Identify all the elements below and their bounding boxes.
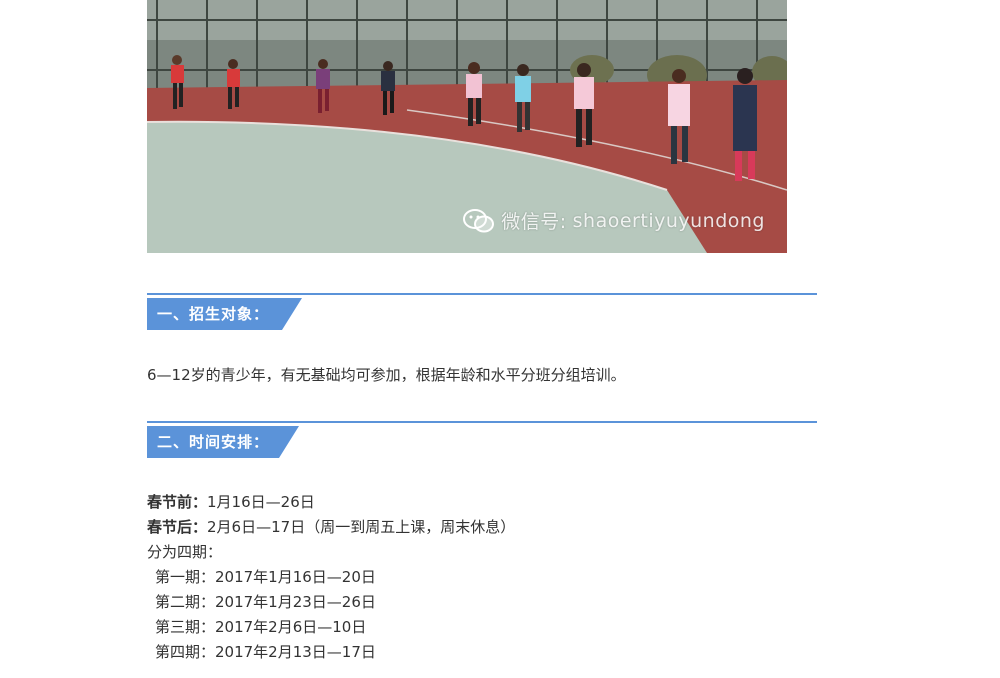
article-content: 微信号: shaoertiyuyundong 一、招生对象： 6—12岁的青少年…: [147, 0, 817, 665]
after-festival-line: 春节后：2月6日—17日（周一到周五上课，周末休息）: [147, 515, 817, 540]
period-item: 第一期：2017年1月16日—20日: [155, 568, 376, 586]
article-photo: 微信号: shaoertiyuyundong: [147, 0, 787, 253]
enrollment-text: 6—12岁的青少年，有无基础均可参加，根据年龄和水平分班分组培训。: [147, 366, 626, 384]
section-title: 一、招生对象：: [157, 305, 270, 323]
period-item: 第四期：2017年2月13日—17日: [155, 643, 376, 661]
period-item: 第三期：2017年2月6日—10日: [155, 618, 367, 636]
photo-watermark: 微信号: shaoertiyuyundong: [463, 207, 765, 234]
before-festival-label: 春节前：: [147, 493, 208, 511]
wechat-icon: [463, 208, 495, 232]
watermark-prefix: 微信号:: [501, 211, 567, 233]
section-schedule: 二、时间安排：: [147, 421, 817, 458]
watermark-id: shaoertiyuyundong: [572, 209, 765, 232]
periods-label: 分为四期：: [147, 543, 223, 561]
after-festival-value: 2月6日—17日（周一到周五上课，周末休息）: [207, 518, 516, 536]
period-item: 第二期：2017年1月23日—26日: [155, 593, 376, 611]
section-title: 二、时间安排：: [157, 433, 270, 451]
section-title-tag: 一、招生对象：: [147, 298, 302, 330]
section-enrollment: 一、招生对象：: [147, 293, 817, 330]
schedule-details: 春节前：1月16日—26日 春节后：2月6日—17日（周一到周五上课，周末休息）…: [147, 490, 817, 665]
before-festival-line: 春节前：1月16日—26日: [147, 490, 817, 515]
section-title-tag: 二、时间安排：: [147, 426, 302, 458]
before-festival-value: 1月16日—26日: [207, 493, 315, 511]
after-festival-label: 春节后：: [147, 518, 208, 536]
